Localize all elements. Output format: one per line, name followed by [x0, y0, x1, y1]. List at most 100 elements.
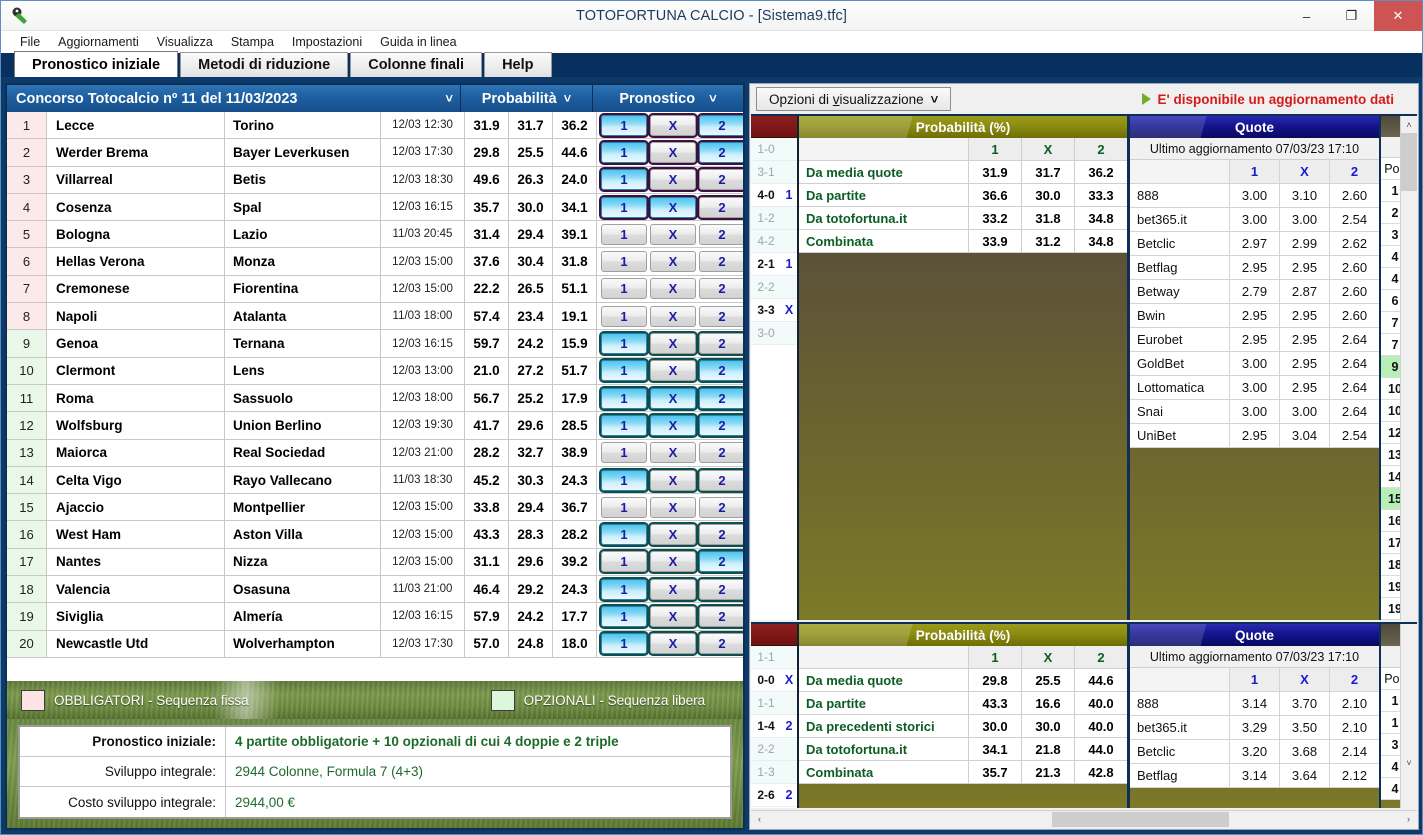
prediction-button-2[interactable]: 2 — [699, 142, 743, 163]
menu-item-file[interactable]: File — [11, 33, 49, 51]
prediction-button-1[interactable]: 1 — [601, 633, 647, 654]
prediction-button-1[interactable]: 1 — [601, 497, 647, 518]
scrollbar-thumb[interactable] — [1052, 812, 1229, 827]
prediction-button-2[interactable]: 2 — [699, 224, 743, 245]
chevron-down-icon[interactable]: ˅ — [709, 92, 717, 105]
prediction-button-2[interactable]: 2 — [699, 442, 743, 463]
prediction-button-2[interactable]: 2 — [699, 115, 743, 136]
match-datetime: 11/03 20:45 — [381, 221, 465, 247]
prediction-button-1[interactable]: 1 — [601, 579, 647, 600]
prediction-button-x[interactable]: X — [650, 142, 696, 163]
prediction-button-1[interactable]: 1 — [601, 442, 647, 463]
prediction-button-x[interactable]: X — [650, 115, 696, 136]
horizontal-scrollbar[interactable]: ‹ › — [751, 810, 1417, 827]
ranking-position: 4 — [1381, 246, 1400, 267]
prediction-button-x[interactable]: X — [650, 278, 696, 299]
tab-help[interactable]: Help — [484, 52, 551, 77]
prediction-button-1[interactable]: 1 — [601, 169, 647, 190]
vertical-scrollbar-bottom[interactable]: ˅ — [1400, 624, 1417, 808]
prediction-button-2[interactable]: 2 — [699, 497, 743, 518]
tab-metodi-di-riduzione[interactable]: Metodi di riduzione — [180, 52, 348, 77]
prediction-button-1[interactable]: 1 — [601, 306, 647, 327]
prediction-button-x[interactable]: X — [650, 360, 696, 381]
prediction-button-1[interactable]: 1 — [601, 360, 647, 381]
prediction-button-x[interactable]: X — [650, 224, 696, 245]
minimize-button[interactable]: – — [1284, 1, 1329, 31]
chevron-down-icon[interactable]: ˅ — [931, 93, 939, 106]
menu-item-visualizza[interactable]: Visualizza — [148, 33, 222, 51]
scroll-down-icon[interactable]: ˅ — [1401, 754, 1417, 771]
window-controls: – ❐ ✕ — [1284, 1, 1422, 31]
prediction-button-1[interactable]: 1 — [601, 142, 647, 163]
prediction-button-2[interactable]: 2 — [699, 551, 743, 572]
scrollbar-track[interactable] — [768, 811, 1400, 828]
home-team: Wolfsburg — [47, 412, 225, 438]
menu-item-aggiornamenti[interactable]: Aggiornamenti — [49, 33, 148, 51]
prediction-button-1[interactable]: 1 — [601, 115, 647, 136]
row-number: 16 — [7, 521, 47, 547]
prediction-button-x[interactable]: X — [650, 197, 696, 218]
scroll-right-icon[interactable]: › — [1400, 814, 1417, 824]
scrollbar-thumb[interactable] — [1401, 133, 1417, 191]
prediction-button-x[interactable]: X — [650, 388, 696, 409]
prediction-button-1[interactable]: 1 — [601, 415, 647, 436]
prediction-button-2[interactable]: 2 — [699, 306, 743, 327]
prediction-button-x[interactable]: X — [650, 415, 696, 436]
prediction-button-1[interactable]: 1 — [601, 388, 647, 409]
prediction-button-1[interactable]: 1 — [601, 606, 647, 627]
prediction-button-x[interactable]: X — [650, 251, 696, 272]
prediction-button-1[interactable]: 1 — [601, 197, 647, 218]
prediction-button-x[interactable]: X — [650, 169, 696, 190]
menu-item-guida[interactable]: Guida in linea — [371, 33, 465, 51]
prediction-button-x[interactable]: X — [650, 497, 696, 518]
prediction-button-2[interactable]: 2 — [699, 278, 743, 299]
prediction-button-1[interactable]: 1 — [601, 251, 647, 272]
close-button[interactable]: ✕ — [1374, 1, 1422, 31]
prediction-button-x[interactable]: X — [650, 606, 696, 627]
prediction-button-2[interactable]: 2 — [699, 197, 743, 218]
prediction-button-1[interactable]: 1 — [601, 470, 647, 491]
prob-2: 31.8 — [553, 248, 597, 274]
scroll-up-icon[interactable]: ˄ — [1401, 116, 1417, 133]
chevron-down-icon[interactable]: ˅ — [445, 92, 453, 105]
prediction-button-x[interactable]: X — [650, 633, 696, 654]
prediction-button-2[interactable]: 2 — [699, 524, 743, 545]
chevron-down-icon[interactable]: ˅ — [564, 92, 572, 105]
prediction-button-2[interactable]: 2 — [699, 169, 743, 190]
prediction-button-x[interactable]: X — [650, 579, 696, 600]
prediction-button-x[interactable]: X — [650, 524, 696, 545]
prediction-button-2[interactable]: 2 — [699, 470, 743, 491]
opt-post: isualizzazione — [840, 92, 924, 107]
header-concorso[interactable]: Concorso Totocalcio nº 11 del 11/03/2023… — [7, 85, 461, 112]
header-pronostico[interactable]: Pronostico ˅ — [593, 85, 743, 112]
prediction-button-2[interactable]: 2 — [699, 388, 743, 409]
prediction-button-1[interactable]: 1 — [601, 551, 647, 572]
menu-item-impostazioni[interactable]: Impostazioni — [283, 33, 371, 51]
vertical-scrollbar-top[interactable]: ˄ — [1400, 116, 1417, 620]
tab-colonne-finali[interactable]: Colonne finali — [350, 52, 482, 77]
header-probabilita[interactable]: Probabilità ˅ — [461, 85, 593, 112]
prediction-button-2[interactable]: 2 — [699, 633, 743, 654]
prediction-button-x[interactable]: X — [650, 306, 696, 327]
prediction-button-2[interactable]: 2 — [699, 333, 743, 354]
prediction-button-x[interactable]: X — [650, 470, 696, 491]
display-options-button[interactable]: Opzioni di visualizzazione ˅ — [756, 87, 951, 111]
prediction-button-2[interactable]: 2 — [699, 415, 743, 436]
prob-1: 59.7 — [465, 330, 509, 356]
maximize-button[interactable]: ❐ — [1329, 1, 1374, 31]
prediction-button-2[interactable]: 2 — [699, 606, 743, 627]
prediction-button-2[interactable]: 2 — [699, 251, 743, 272]
prediction-button-1[interactable]: 1 — [601, 333, 647, 354]
prediction-button-1[interactable]: 1 — [601, 524, 647, 545]
prediction-button-x[interactable]: X — [650, 333, 696, 354]
scroll-left-icon[interactable]: ‹ — [751, 814, 768, 824]
prediction-button-x[interactable]: X — [650, 551, 696, 572]
prediction-button-x[interactable]: X — [650, 442, 696, 463]
update-notice[interactable]: E' disponibile un aggiornamento dati — [1142, 92, 1412, 107]
prediction-button-2[interactable]: 2 — [699, 360, 743, 381]
prediction-button-1[interactable]: 1 — [601, 278, 647, 299]
prediction-button-2[interactable]: 2 — [699, 579, 743, 600]
tab-pronostico-iniziale[interactable]: Pronostico iniziale — [14, 51, 178, 77]
prediction-button-1[interactable]: 1 — [601, 224, 647, 245]
menu-item-stampa[interactable]: Stampa — [222, 33, 283, 51]
